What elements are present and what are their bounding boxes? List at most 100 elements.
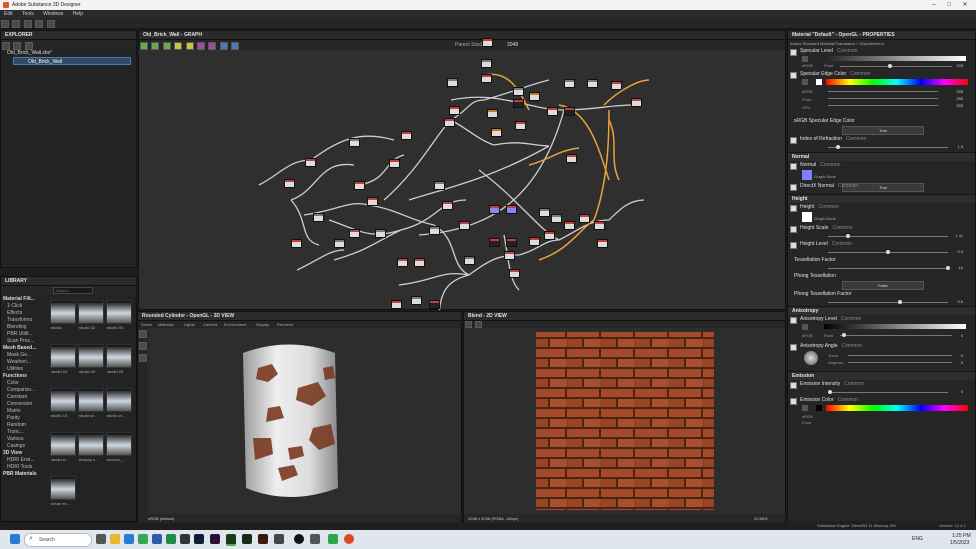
app-icon[interactable] (274, 534, 284, 544)
emission-intensity-knob[interactable] (828, 390, 832, 394)
unreal-icon[interactable] (294, 534, 304, 544)
library-category[interactable]: PBR Materials (1, 471, 46, 478)
task-view-icon[interactable] (96, 534, 106, 544)
library-item[interactable]: Conversion (1, 401, 46, 408)
height-level-checkbox[interactable] (790, 242, 797, 249)
view3d-menu-scene[interactable]: Scene (141, 322, 152, 327)
graph-node[interactable] (459, 221, 470, 230)
graph-node[interactable] (482, 38, 493, 47)
specular-edge-b-slider[interactable] (828, 105, 938, 106)
node-filter-icon[interactable] (151, 42, 160, 50)
graph-node[interactable] (564, 221, 575, 230)
graph-node[interactable] (513, 99, 524, 108)
specular-level-mode[interactable]: sRGB (802, 63, 813, 68)
eyedropper-icon[interactable] (802, 56, 808, 62)
tess-value[interactable]: 16 (959, 265, 963, 270)
word-icon[interactable] (152, 534, 162, 544)
graph-node[interactable] (411, 296, 422, 305)
graph-node[interactable] (506, 238, 517, 247)
app-icon[interactable] (180, 534, 190, 544)
redo-icon[interactable] (46, 20, 55, 28)
height-checkbox[interactable] (790, 205, 797, 212)
aniso-level-mode2[interactable]: Float (824, 333, 833, 338)
graph-node[interactable] (391, 300, 402, 309)
hdri-thumbnail[interactable]: studio 04 (50, 344, 76, 374)
library-item[interactable]: Effects (1, 310, 46, 317)
view3d-menu-environment[interactable]: Environment (224, 322, 246, 327)
library-category[interactable]: 3D View (1, 450, 46, 457)
height-level-value[interactable]: 0.5 (957, 249, 963, 254)
library-item[interactable]: Weatheri... (1, 359, 46, 366)
eyedropper-icon[interactable] (802, 79, 808, 85)
library-item[interactable]: 1-Click (1, 303, 46, 310)
library-item[interactable]: Transforms (1, 317, 46, 324)
specular-edge-b[interactable]: 255 (956, 103, 963, 108)
premiere-icon[interactable] (210, 534, 220, 544)
emission-color-checkbox[interactable] (790, 398, 797, 405)
hdri-thumbnail[interactable]: studio 06 (106, 344, 132, 374)
node-levels-icon[interactable] (174, 42, 183, 50)
aniso-turns-slider[interactable] (848, 355, 952, 356)
aniso-level-slider[interactable] (840, 335, 952, 336)
mail-icon[interactable] (124, 534, 134, 544)
phong-toggle[interactable]: False (842, 281, 924, 290)
graph-node[interactable] (291, 239, 302, 248)
graph-node[interactable] (487, 109, 498, 118)
graph-node[interactable] (334, 239, 345, 248)
node-uniform-icon[interactable] (208, 42, 217, 50)
library-item[interactable]: Random (1, 422, 46, 429)
view2d-zoom[interactable]: 22.66% (754, 516, 768, 521)
hdri-thumbnail[interactable]: studio w... (50, 432, 76, 462)
aniso-level-knob[interactable] (842, 333, 846, 337)
library-category[interactable]: Material Filt... (1, 296, 46, 303)
graph-node[interactable] (349, 229, 360, 238)
clock-date[interactable]: 1/5/2023 (950, 540, 969, 546)
new-icon[interactable] (1, 20, 9, 28)
emission-color-mode[interactable]: sRGB (802, 414, 813, 419)
graph-node[interactable] (504, 251, 515, 260)
specular-edge-r-slider[interactable] (828, 91, 938, 92)
graph-node[interactable] (429, 226, 440, 235)
graph-node[interactable] (449, 106, 460, 115)
library-item[interactable]: Constant (1, 394, 46, 401)
taskbar-search[interactable]: ⌕ Search (24, 533, 92, 547)
emission-section[interactable]: Emission (788, 371, 975, 380)
channel-icon[interactable] (465, 321, 472, 328)
graph-node[interactable] (631, 98, 642, 107)
minimize-button[interactable]: – (930, 1, 938, 9)
graph-node[interactable] (313, 213, 324, 222)
graph-node[interactable] (464, 256, 475, 265)
graph-node[interactable] (515, 121, 526, 130)
graph-node[interactable] (564, 107, 575, 116)
height-section[interactable]: Height (788, 194, 975, 203)
aniso-degrees-value[interactable]: 0 (961, 360, 963, 365)
view3d-menu-materials[interactable]: Materials (158, 322, 174, 327)
specular-level-slider[interactable] (840, 66, 952, 67)
photoshop-icon[interactable] (194, 534, 204, 544)
graph-node[interactable] (434, 181, 445, 190)
graph-node[interactable] (551, 214, 562, 223)
specular-level-gradient[interactable] (824, 56, 966, 61)
view3d-menu-renderer[interactable]: Renderer (277, 322, 294, 327)
aniso-level-value[interactable]: 0 (961, 333, 963, 338)
graph-node[interactable] (305, 158, 316, 167)
aniso-level-gradient[interactable] (824, 324, 966, 329)
library-item[interactable]: Blending (1, 324, 46, 331)
library-item[interactable]: Utilities (1, 366, 46, 373)
language-indicator[interactable]: ENG (912, 536, 923, 542)
graph-node[interactable] (389, 159, 400, 168)
graph-canvas[interactable] (139, 50, 787, 310)
graph-node[interactable] (401, 131, 412, 140)
hdri-thumbnail[interactable]: studio 03 (106, 300, 132, 330)
normal-section[interactable]: Normal (788, 152, 975, 161)
start-icon[interactable] (10, 534, 20, 544)
specular-level-mode2[interactable]: Float (824, 63, 833, 68)
specular-edge-g-slider[interactable] (828, 98, 938, 99)
hdri-thumbnail[interactable]: studio 10 (50, 388, 76, 418)
tess-knob[interactable] (946, 266, 950, 270)
library-item[interactable]: Compariso... (1, 387, 46, 394)
graph-node[interactable] (414, 258, 425, 267)
graph-node[interactable] (579, 214, 590, 223)
aniso-degrees-slider[interactable] (848, 362, 952, 363)
graph-node[interactable] (597, 239, 608, 248)
